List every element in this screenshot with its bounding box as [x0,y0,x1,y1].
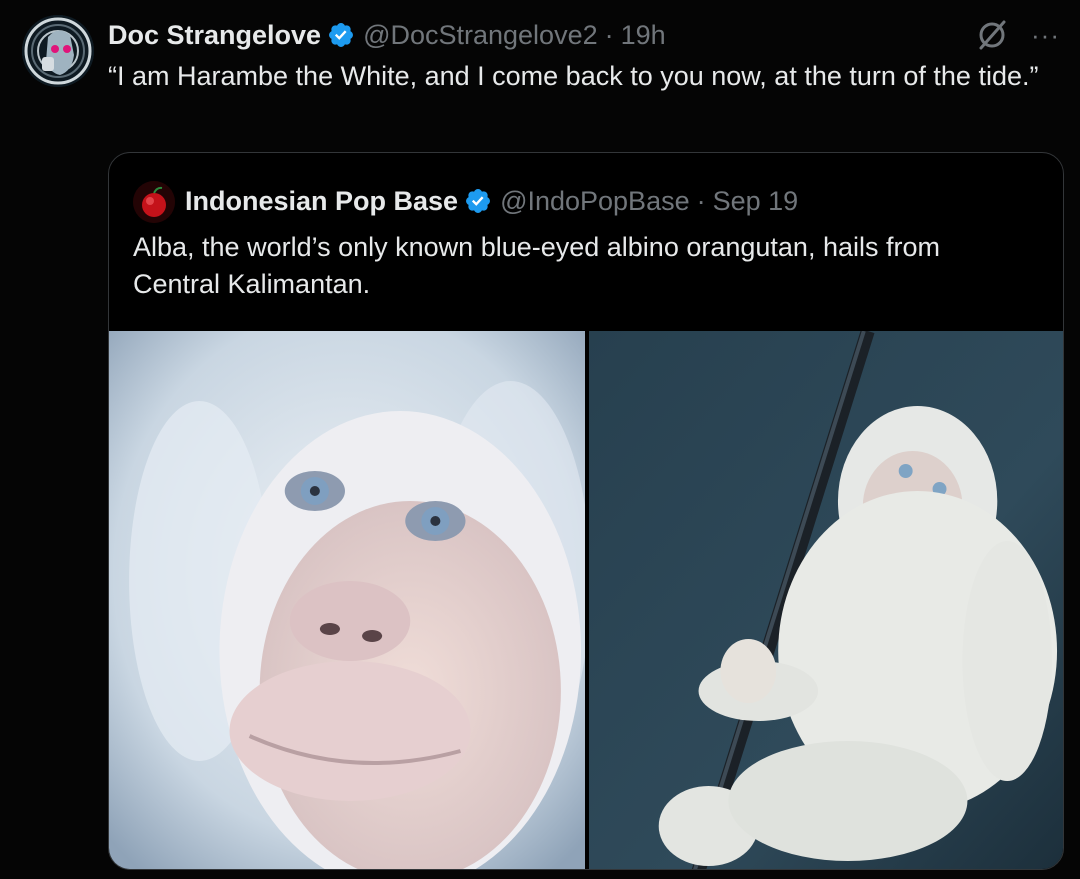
quote-timestamp[interactable]: Sep 19 [713,186,799,217]
quote-header: Indonesian Pop Base @IndoPopBase · Sep 1… [185,183,798,219]
media-grid [109,331,1063,869]
separator-dot: · [604,19,614,50]
tweet: Doc Strangelove @DocStrangelove2 · 19h ·… [0,0,1080,879]
quote-avatar[interactable] [133,181,175,223]
verified-badge-icon [466,189,491,213]
separator-dot: · [696,185,706,216]
display-name[interactable]: Doc Strangelove [108,20,321,51]
quote-display-name[interactable]: Indonesian Pop Base [185,186,458,217]
quote-text: Alba, the world’s only known blue-eyed a… [133,232,940,299]
orangutan-face-photo[interactable] [109,331,585,869]
avatar[interactable] [22,15,94,87]
handle[interactable]: @DocStrangelove2 [363,20,598,51]
timestamp[interactable]: 19h [621,20,666,51]
more-icon[interactable]: ··· [1031,22,1060,48]
quote-handle[interactable]: @IndoPopBase [500,186,690,217]
grok-icon[interactable] [975,18,1009,52]
quoted-tweet[interactable]: Indonesian Pop Base @IndoPopBase · Sep 1… [108,152,1064,870]
orangutan-hanging-photo[interactable] [589,331,1063,869]
verified-badge-icon [329,23,354,47]
tweet-header: Doc Strangelove @DocStrangelove2 · 19h [108,18,666,52]
tweet-text: “I am Harambe the White, and I come back… [108,61,1039,91]
tweet-actions: ··· [975,18,1060,52]
